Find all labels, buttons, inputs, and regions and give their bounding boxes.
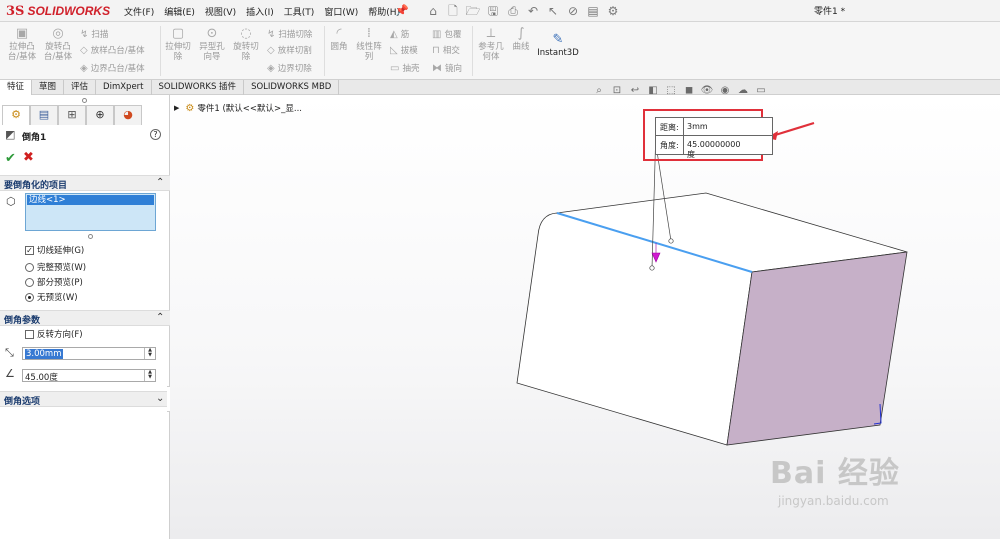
callout-angle-row[interactable]: 角度: 45.00000000度 [656, 136, 773, 159]
callout-angle-value[interactable]: 45.00000000度 [683, 136, 745, 159]
callout-distance-row[interactable]: 距离: 3mm [656, 118, 773, 136]
leader-node [668, 238, 674, 244]
baidu-watermark: Bai 经验 jingyan.baidu.com [770, 448, 900, 508]
dimension-callout[interactable]: 距离: 3mm 角度: 45.00000000度 [655, 117, 773, 159]
callout-angle-label: 角度: [660, 141, 679, 150]
watermark-url: jingyan.baidu.com [778, 494, 889, 508]
watermark-logo: Bai 经验 [770, 456, 900, 491]
callout-distance-label: 距离: [660, 123, 679, 132]
highlighted-side-face[interactable] [726, 251, 908, 446]
annotation-arrow [771, 121, 815, 138]
leader-node [649, 265, 655, 271]
callout-distance-value[interactable]: 3mm [683, 118, 745, 136]
